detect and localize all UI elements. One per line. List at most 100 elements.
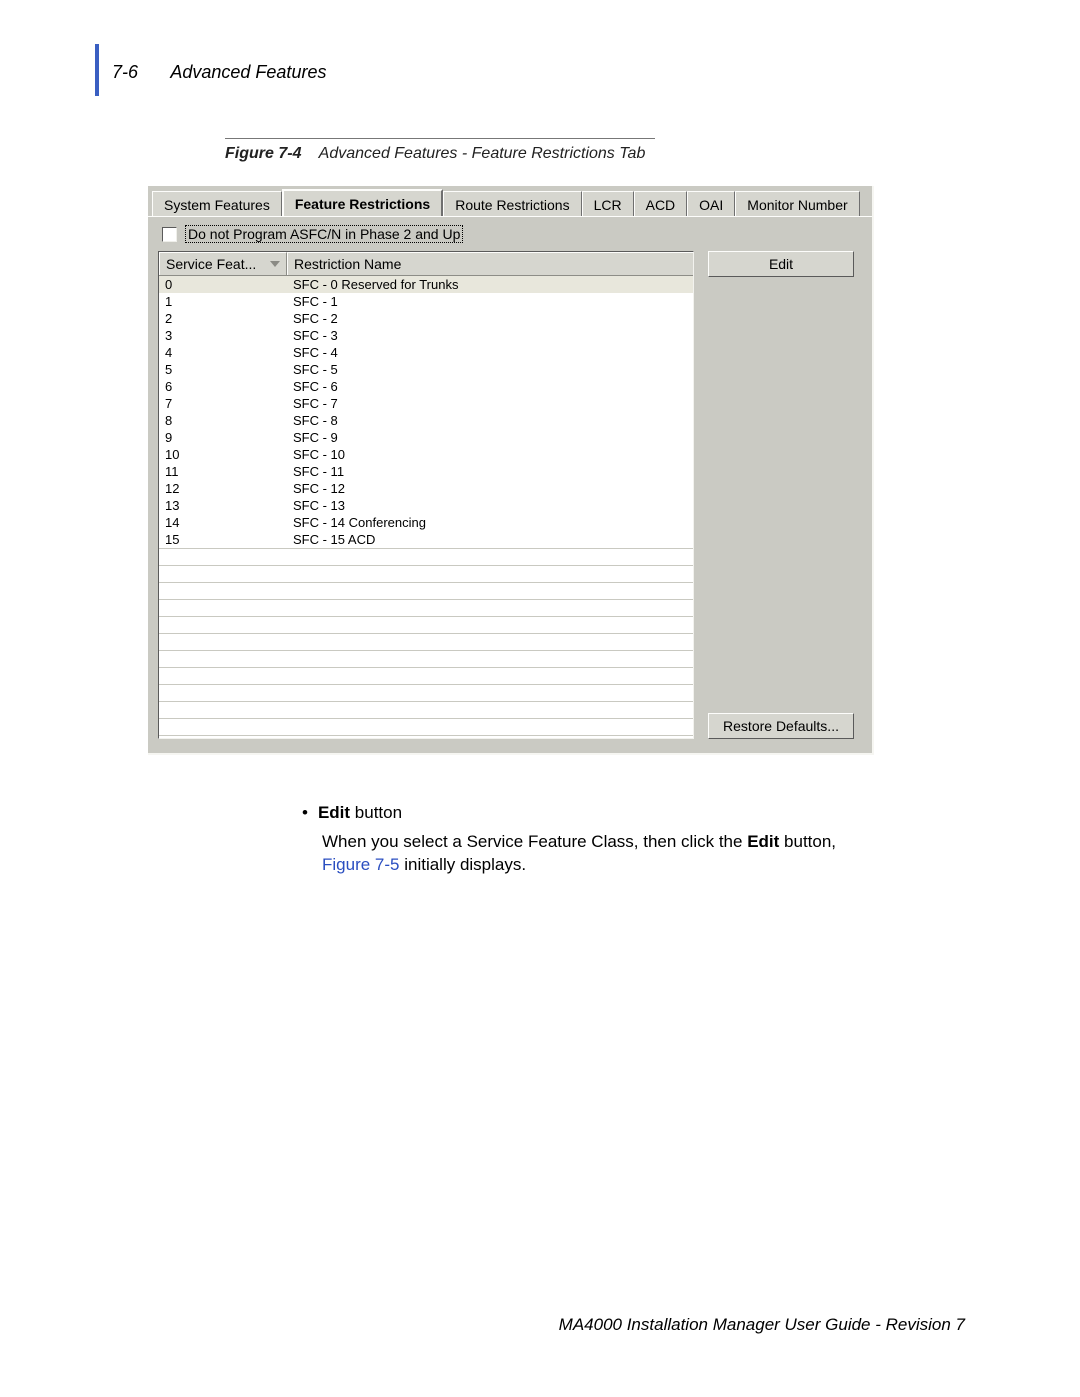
grid-line [159, 650, 693, 651]
cell-restriction-name: SFC - 2 [287, 310, 693, 327]
grid-line [159, 548, 693, 549]
bullet-icon: • [302, 802, 308, 825]
grid-line [159, 565, 693, 566]
cell-restriction-name: SFC - 6 [287, 378, 693, 395]
tab-lcr[interactable]: LCR [582, 191, 634, 217]
table-row[interactable]: 12SFC - 12 [159, 480, 693, 497]
table-row[interactable]: 3SFC - 3 [159, 327, 693, 344]
figure-caption: Figure 7-4 Advanced Features - Feature R… [225, 138, 655, 163]
grid-line [159, 718, 693, 719]
list-body: 0SFC - 0 Reserved for Trunks1SFC - 12SFC… [159, 276, 693, 738]
cell-sfc: 5 [159, 361, 287, 378]
cell-sfc: 12 [159, 480, 287, 497]
table-row[interactable]: 6SFC - 6 [159, 378, 693, 395]
figure-label: Figure 7-4 [225, 145, 301, 162]
section-title: Advanced Features [170, 62, 326, 82]
para-post: initially displays. [399, 855, 526, 874]
para-pre: When you select a Service Feature Class,… [322, 832, 747, 851]
cell-sfc: 7 [159, 395, 287, 412]
restore-defaults-button[interactable]: Restore Defaults... [708, 713, 854, 739]
cell-sfc: 8 [159, 412, 287, 429]
cell-restriction-name: SFC - 11 [287, 463, 693, 480]
sort-descending-icon [270, 261, 280, 267]
tab-strip: System Features Feature Restrictions Rou… [148, 186, 872, 216]
cell-restriction-name: SFC - 13 [287, 497, 693, 514]
column-header-restriction-name[interactable]: Restriction Name [287, 252, 693, 275]
figure-text [306, 145, 315, 162]
tab-body: Do not Program ASFC/N in Phase 2 and Up … [148, 216, 872, 753]
cell-sfc: 1 [159, 293, 287, 310]
cell-sfc: 0 [159, 276, 287, 293]
tab-acd[interactable]: ACD [634, 191, 688, 217]
cell-sfc: 11 [159, 463, 287, 480]
list-header: Service Feat... Restriction Name [159, 252, 693, 276]
asfc-checkbox-label: Do not Program ASFC/N in Phase 2 and Up [185, 225, 463, 243]
column-header-service-feat-label: Service Feat... [166, 256, 256, 272]
para-mid: button, [779, 832, 836, 851]
tab-route-restrictions[interactable]: Route Restrictions [443, 191, 581, 217]
table-row[interactable]: 4SFC - 4 [159, 344, 693, 361]
table-row[interactable]: 13SFC - 13 [159, 497, 693, 514]
feature-restrictions-panel: System Features Feature Restrictions Rou… [148, 186, 874, 755]
cell-sfc: 6 [159, 378, 287, 395]
figure-rule [225, 138, 655, 139]
cell-restriction-name: SFC - 7 [287, 395, 693, 412]
figure-title: Advanced Features - Feature Restrictions… [319, 145, 646, 162]
cell-restriction-name: SFC - 10 [287, 446, 693, 463]
grid-line [159, 633, 693, 634]
asfc-checkbox[interactable] [162, 227, 177, 242]
bullet-heading-rest: button [350, 803, 402, 822]
cell-restriction-name: SFC - 3 [287, 327, 693, 344]
grid-line [159, 667, 693, 668]
table-row[interactable]: 11SFC - 11 [159, 463, 693, 480]
grid-line [159, 582, 693, 583]
grid-line [159, 735, 693, 736]
tab-feature-restrictions[interactable]: Feature Restrictions [282, 189, 443, 216]
cell-sfc: 13 [159, 497, 287, 514]
column-header-restriction-name-label: Restriction Name [294, 256, 401, 272]
body-text: • Edit button When you select a Service … [302, 802, 872, 877]
cell-restriction-name: SFC - 9 [287, 429, 693, 446]
table-row[interactable]: 2SFC - 2 [159, 310, 693, 327]
cell-restriction-name: SFC - 5 [287, 361, 693, 378]
table-row[interactable]: 1SFC - 1 [159, 293, 693, 310]
side-buttons: Edit Restore Defaults... [708, 251, 862, 739]
table-row[interactable]: 8SFC - 8 [159, 412, 693, 429]
table-row[interactable]: 15SFC - 15 ACD [159, 531, 693, 548]
figure-link[interactable]: Figure 7-5 [322, 855, 399, 874]
grid-line [159, 701, 693, 702]
table-row[interactable]: 10SFC - 10 [159, 446, 693, 463]
tab-oai[interactable]: OAI [687, 191, 735, 217]
grid-line [159, 599, 693, 600]
table-row[interactable]: 7SFC - 7 [159, 395, 693, 412]
cell-restriction-name: SFC - 1 [287, 293, 693, 310]
column-header-service-feat[interactable]: Service Feat... [159, 252, 287, 275]
running-footer: MA4000 Installation Manager User Guide -… [559, 1315, 965, 1335]
edit-button[interactable]: Edit [708, 251, 854, 277]
table-row[interactable]: 5SFC - 5 [159, 361, 693, 378]
header-accent-bar [95, 44, 99, 96]
cell-restriction-name: SFC - 14 Conferencing [287, 514, 693, 531]
grid-line [159, 684, 693, 685]
bullet-heading-bold: Edit [318, 803, 350, 822]
restriction-list[interactable]: Service Feat... Restriction Name 0SFC - … [158, 251, 694, 739]
page-number: 7-6 [112, 62, 138, 82]
cell-sfc: 4 [159, 344, 287, 361]
table-row[interactable]: 14SFC - 14 Conferencing [159, 514, 693, 531]
cell-restriction-name: SFC - 15 ACD [287, 531, 693, 548]
cell-restriction-name: SFC - 8 [287, 412, 693, 429]
asfc-checkbox-row: Do not Program ASFC/N in Phase 2 and Up [162, 225, 862, 243]
grid-line [159, 616, 693, 617]
table-row[interactable]: 0SFC - 0 Reserved for Trunks [159, 276, 693, 293]
table-row[interactable]: 9SFC - 9 [159, 429, 693, 446]
cell-sfc: 2 [159, 310, 287, 327]
cell-restriction-name: SFC - 12 [287, 480, 693, 497]
running-header: 7-6 Advanced Features [112, 62, 326, 83]
cell-sfc: 3 [159, 327, 287, 344]
cell-sfc: 15 [159, 531, 287, 548]
tab-monitor-number[interactable]: Monitor Number [735, 191, 859, 217]
para-bold: Edit [747, 832, 779, 851]
cell-sfc: 9 [159, 429, 287, 446]
cell-sfc: 14 [159, 514, 287, 531]
tab-system-features[interactable]: System Features [152, 191, 282, 217]
